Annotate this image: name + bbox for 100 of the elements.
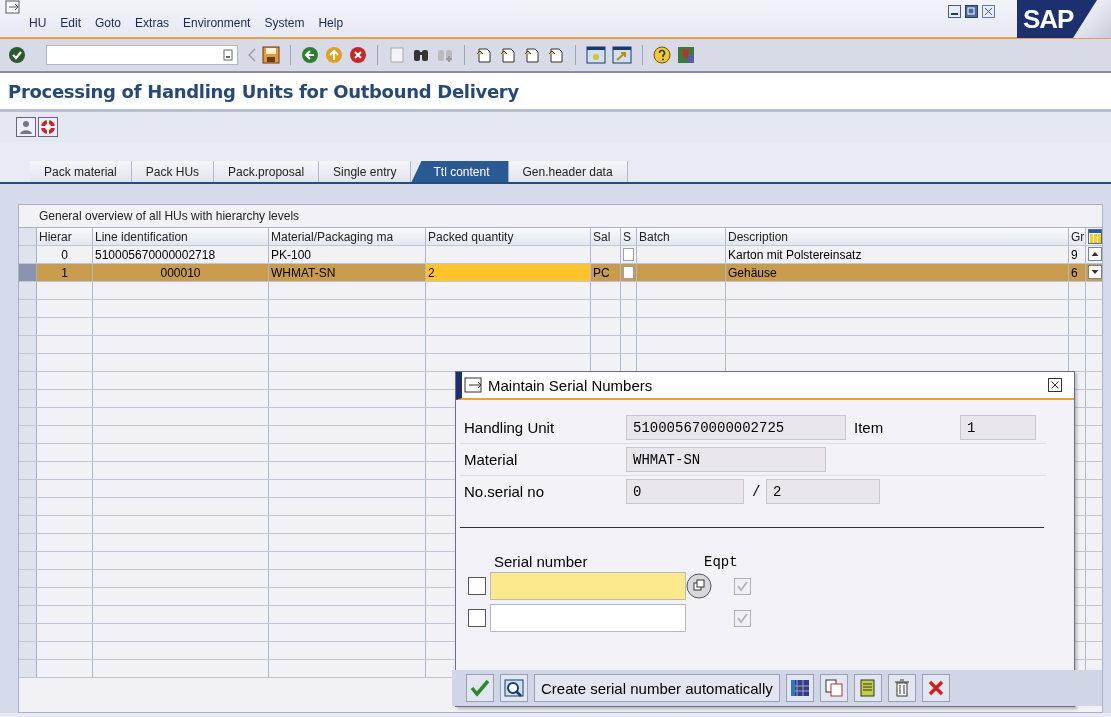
menu-item[interactable]: Environment	[183, 16, 251, 30]
column-header[interactable]: Batch	[637, 228, 726, 245]
tab[interactable]: Pack HUs	[131, 161, 215, 182]
input-field[interactable]	[490, 604, 686, 632]
row-selector[interactable]	[19, 588, 37, 605]
table-cell: 510005670000002718	[95, 247, 216, 262]
dialog-title: Maintain Serial Numbers	[488, 376, 654, 394]
column-header[interactable]: Packed quantity	[426, 228, 591, 245]
tab[interactable]: Pack material	[30, 161, 132, 182]
cancel-button[interactable]	[921, 674, 950, 702]
row-selector[interactable]	[19, 660, 37, 677]
select-all-cell[interactable]	[19, 228, 37, 245]
row-selector[interactable]	[19, 282, 37, 299]
window-menu-icon[interactable]	[464, 377, 484, 393]
tab[interactable]: Gen.header data	[508, 161, 628, 182]
confirm-button[interactable]	[466, 674, 494, 702]
page-icon[interactable]	[523, 46, 541, 64]
row-selector[interactable]	[19, 300, 37, 317]
tab[interactable]: Single entry	[319, 161, 412, 182]
row-selector[interactable]	[19, 426, 37, 443]
menu-item[interactable]: Goto	[95, 16, 122, 30]
value-help-icon[interactable]	[686, 573, 712, 599]
copy-button[interactable]	[819, 674, 848, 702]
save-icon[interactable]	[262, 46, 280, 64]
checkbox[interactable]	[623, 248, 634, 261]
table-row[interactable]: 1 000010 WHMAT-SN 2 PC Gehäuse 6	[19, 264, 1102, 282]
menu-item[interactable]: System	[264, 16, 305, 30]
field-label: Material	[463, 451, 519, 468]
row-selector[interactable]	[19, 354, 37, 371]
row-selector[interactable]	[19, 462, 37, 479]
list-button[interactable]	[853, 674, 882, 702]
person-icon[interactable]	[16, 117, 36, 137]
row-selector[interactable]	[19, 408, 37, 425]
table-cell: WHMAT-SN	[271, 265, 336, 280]
row-selector[interactable]	[19, 444, 37, 461]
create-serial-button[interactable]: Create serial number automatically	[534, 674, 780, 702]
close-icon[interactable]	[1048, 378, 1062, 392]
command-field[interactable]	[46, 45, 238, 65]
row-selector[interactable]	[19, 336, 37, 353]
row-selector[interactable]	[19, 498, 37, 515]
checkbox[interactable]	[468, 577, 486, 595]
input-field[interactable]	[490, 572, 686, 600]
menu-item[interactable]: Edit	[60, 16, 82, 30]
table-button[interactable]	[785, 674, 814, 702]
delete-button[interactable]	[887, 674, 916, 702]
screen-title: Processing of Handling Units for Outbound Delivery	[8, 80, 519, 102]
column-header[interactable]: Gr	[1069, 228, 1086, 245]
help-icon[interactable]	[653, 46, 671, 64]
row-selector[interactable]	[19, 246, 37, 263]
page-icon[interactable]	[547, 46, 565, 64]
column-header[interactable]: Description	[726, 228, 1069, 245]
row-selector[interactable]	[19, 552, 37, 569]
row-selector[interactable]	[19, 642, 37, 659]
menu-item[interactable]: Extras	[135, 16, 170, 30]
output-field: 2	[766, 479, 880, 504]
column-settings-icon[interactable]	[1088, 229, 1102, 244]
close-icon[interactable]	[982, 5, 995, 18]
checkbox[interactable]	[623, 266, 634, 279]
cancel-icon[interactable]	[349, 46, 367, 64]
tab[interactable]: Pack.proposal	[214, 161, 320, 182]
scroll-down-icon[interactable]	[1088, 265, 1102, 279]
table-cell: 1	[61, 265, 68, 280]
column-header[interactable]: Line identification	[93, 228, 269, 245]
window-menu-icon[interactable]	[5, 0, 21, 14]
table-cell: Gehäuse	[728, 265, 777, 280]
enter-icon[interactable]	[8, 46, 26, 64]
page-icon[interactable]	[499, 46, 517, 64]
menu-item[interactable]: HU	[29, 16, 47, 30]
page-icon[interactable]	[475, 46, 493, 64]
exit-icon[interactable]	[325, 46, 343, 64]
row-selector[interactable]	[19, 534, 37, 551]
field-label: Item	[853, 419, 885, 436]
row-selector[interactable]	[19, 606, 37, 623]
column-header[interactable]: Sal	[591, 228, 621, 245]
column-header[interactable]: S	[621, 228, 637, 245]
dropdown-icon[interactable]	[223, 49, 233, 61]
row-selector[interactable]	[19, 480, 37, 497]
search-button[interactable]	[500, 674, 528, 702]
row-selector[interactable]	[19, 318, 37, 335]
window-sun-icon[interactable]	[586, 46, 606, 64]
table-icon	[789, 678, 810, 698]
back-icon[interactable]	[301, 46, 319, 64]
column-header[interactable]: Material/Packaging ma	[269, 228, 426, 245]
scroll-up-icon[interactable]	[1088, 247, 1102, 261]
restore-icon[interactable]	[965, 5, 978, 18]
minimize-icon[interactable]	[948, 5, 961, 18]
row-selector[interactable]	[19, 624, 37, 641]
tab[interactable]: Ttl content	[411, 161, 509, 182]
checkbox[interactable]	[468, 609, 486, 627]
row-selector[interactable]	[19, 570, 37, 587]
table-cell: 0	[61, 247, 68, 262]
layout-icon[interactable]	[677, 46, 695, 64]
lifebuoy-icon[interactable]	[38, 117, 58, 137]
table-cell: 2	[428, 265, 435, 280]
column-header[interactable]: Hierar	[37, 228, 93, 245]
field-label: No.serial no	[463, 483, 546, 500]
row-selector[interactable]	[19, 372, 37, 389]
menu-item[interactable]: Help	[318, 16, 344, 30]
row-selector[interactable]	[19, 390, 37, 407]
row-selector[interactable]	[19, 516, 37, 533]
